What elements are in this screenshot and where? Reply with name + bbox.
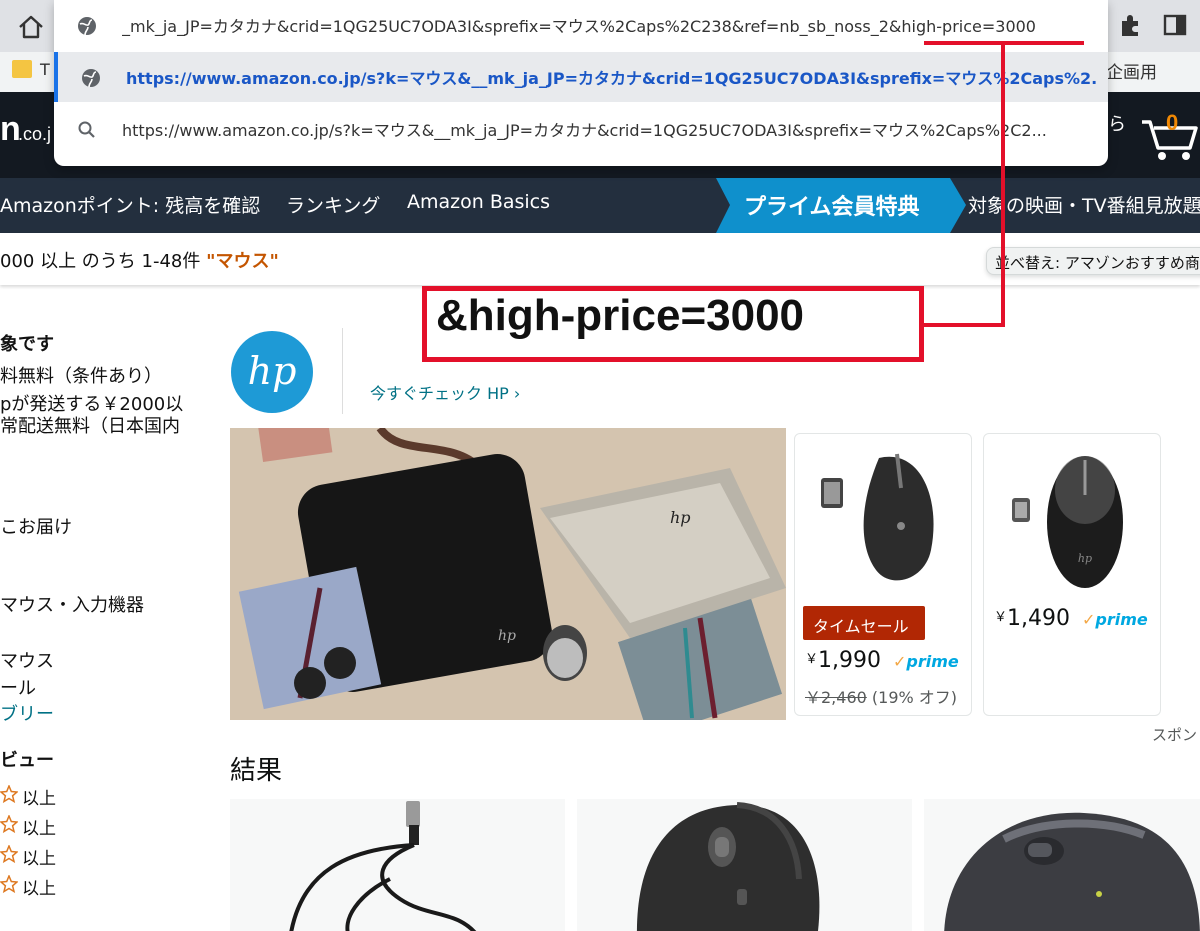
result-tile-1[interactable] (230, 799, 565, 931)
sidebar-free-shipping[interactable]: 料無料（条件あり） (0, 362, 162, 388)
star-icon (0, 785, 18, 803)
discount-label: (19% オフ) (871, 688, 958, 707)
star-icon (0, 845, 18, 863)
rating-label: 以上 (22, 789, 56, 809)
sponsored-product-card-1[interactable]: タイムセール ￥1,990 ✓prime ￥2,460 (19% オフ) (794, 433, 972, 716)
rating-label: 以上 (22, 819, 56, 839)
annotation-connector-vertical (1001, 45, 1005, 327)
globe-icon (82, 69, 100, 88)
suggestion-url-text: https://www.amazon.co.jp/s?k=マウス&__mk_ja… (122, 121, 1047, 140)
svg-text:hp: hp (498, 628, 516, 644)
nav-item-ranking[interactable]: ランキング (286, 191, 380, 218)
result-tile-3[interactable] (924, 799, 1200, 931)
bookmark-right-label[interactable]: 企画用 (1106, 58, 1157, 83)
extensions-button[interactable] (1118, 12, 1144, 38)
sidebar-standard-shipping[interactable]: 常配送無料（日本国内 (0, 412, 180, 438)
svg-text:hp: hp (670, 508, 691, 527)
result-tile-2[interactable] (577, 799, 912, 931)
product-image-ergonomic-mouse (637, 802, 820, 931)
brand-store-link[interactable]: 今すぐチェック HP › (370, 380, 520, 404)
prime-label: prime (1095, 610, 1148, 629)
globe-icon (78, 17, 96, 36)
prime-badge: ✓prime (893, 652, 959, 671)
sponsored-product-card-2[interactable]: hp ￥1,490 ✓prime (983, 433, 1161, 716)
suggestion-url-text: https://www.amazon.co.jp/s?k=マウス&__mk_ja… (126, 69, 1096, 88)
bookmark-folder-icon[interactable] (12, 60, 32, 78)
svg-text:hp: hp (248, 349, 297, 393)
sidebar-delivery-date[interactable]: こお届け (0, 513, 72, 539)
side-panel-button[interactable] (1160, 10, 1190, 40)
sidebar-category-mouse[interactable]: マウス (0, 647, 54, 673)
nav-item-amazon-basics[interactable]: Amazon Basics (407, 191, 550, 213)
omnibox-dropdown: _mk_ja_JP=カタカナ&crid=1QG25UC7ODA3I&sprefi… (54, 0, 1108, 166)
sort-dropdown[interactable]: 並べ替え: アマゾンおすすめ商 (986, 247, 1200, 275)
prime-label: prime (906, 652, 959, 671)
product-price-value: 1,990 (818, 648, 881, 673)
annotation-connector-horizontal (924, 323, 1005, 327)
omnibox-suggestion-2[interactable]: https://www.amazon.co.jp/s?k=マウス&__mk_ja… (54, 104, 1108, 154)
time-sale-badge: タイムセール (803, 606, 925, 640)
rating-filter-1[interactable]: 以上 (0, 874, 80, 899)
rating-label: 以上 (22, 879, 56, 899)
amazon-logo-domain: .co.j (18, 124, 52, 144)
results-heading: 結果 (230, 756, 283, 786)
rating-label: 以上 (22, 849, 56, 869)
product-image-wireless-mouse (944, 812, 1200, 931)
nav-item-points[interactable]: Amazonポイント: 残高を確認 (0, 191, 260, 218)
star-icon (0, 815, 18, 833)
product-price: ￥1,490 (994, 606, 1070, 631)
hp-logo[interactable]: hp (230, 330, 314, 414)
rating-filter-3[interactable]: 以上 (0, 814, 80, 839)
results-count-text: 000 以上 のうち 1-48件 (0, 251, 207, 272)
results-count: 000 以上 のうち 1-48件 "マウス" (0, 247, 279, 273)
product-price: ￥1,990 (805, 648, 881, 673)
product-image-mouse-2: hp (1012, 456, 1123, 588)
brand-divider (342, 328, 343, 414)
puzzle-icon (1122, 15, 1138, 36)
header-right-text[interactable]: ら (1108, 110, 1126, 136)
home-button[interactable] (14, 10, 48, 44)
home-icon (19, 15, 43, 39)
prime-banner-label[interactable]: プライム会員特典 (744, 189, 920, 221)
hp-lifestyle-image[interactable]: hp hp (230, 428, 786, 720)
annotation-callout-text: &high-price=3000 (436, 291, 805, 340)
svg-text:hp: hp (1078, 552, 1092, 565)
product-image-wired-mouse (289, 801, 477, 931)
sidebar-category-input-devices[interactable]: マウス・入力機器 (0, 591, 144, 617)
sidebar-category-item[interactable]: ール (0, 674, 36, 700)
omnibox-suggestion-1[interactable]: https://www.amazon.co.jp/s?k=マウス&__mk_ja… (54, 52, 1108, 102)
list-price: ￥2,460 (19% オフ) (805, 684, 957, 708)
list-price-value: ￥2,460 (805, 688, 867, 707)
product-price-value: 1,490 (1007, 606, 1070, 631)
sidebar-heading-review: ビュー (0, 750, 54, 771)
rating-filter-4[interactable]: 以上 (0, 784, 80, 809)
star-icon (0, 875, 18, 893)
cart-count: 0 (1166, 110, 1179, 135)
results-query: "マウス" (206, 251, 279, 272)
search-icon (78, 121, 95, 138)
prime-badge: ✓prime (1082, 610, 1148, 629)
sponsored-label[interactable]: スポン (1152, 724, 1197, 745)
side-panel-icon (1163, 14, 1187, 36)
sidebar-heading-delivery: 象です (0, 334, 54, 355)
bookmark-folder-label[interactable]: T (40, 60, 50, 79)
sidebar-category-link[interactable]: ブリー (0, 700, 54, 726)
rating-filter-2[interactable]: 以上 (0, 844, 80, 869)
omnibox-url-text[interactable]: _mk_ja_JP=カタカナ&crid=1QG25UC7ODA3I&sprefi… (122, 13, 1092, 37)
product-image-mouse-1 (821, 453, 934, 581)
